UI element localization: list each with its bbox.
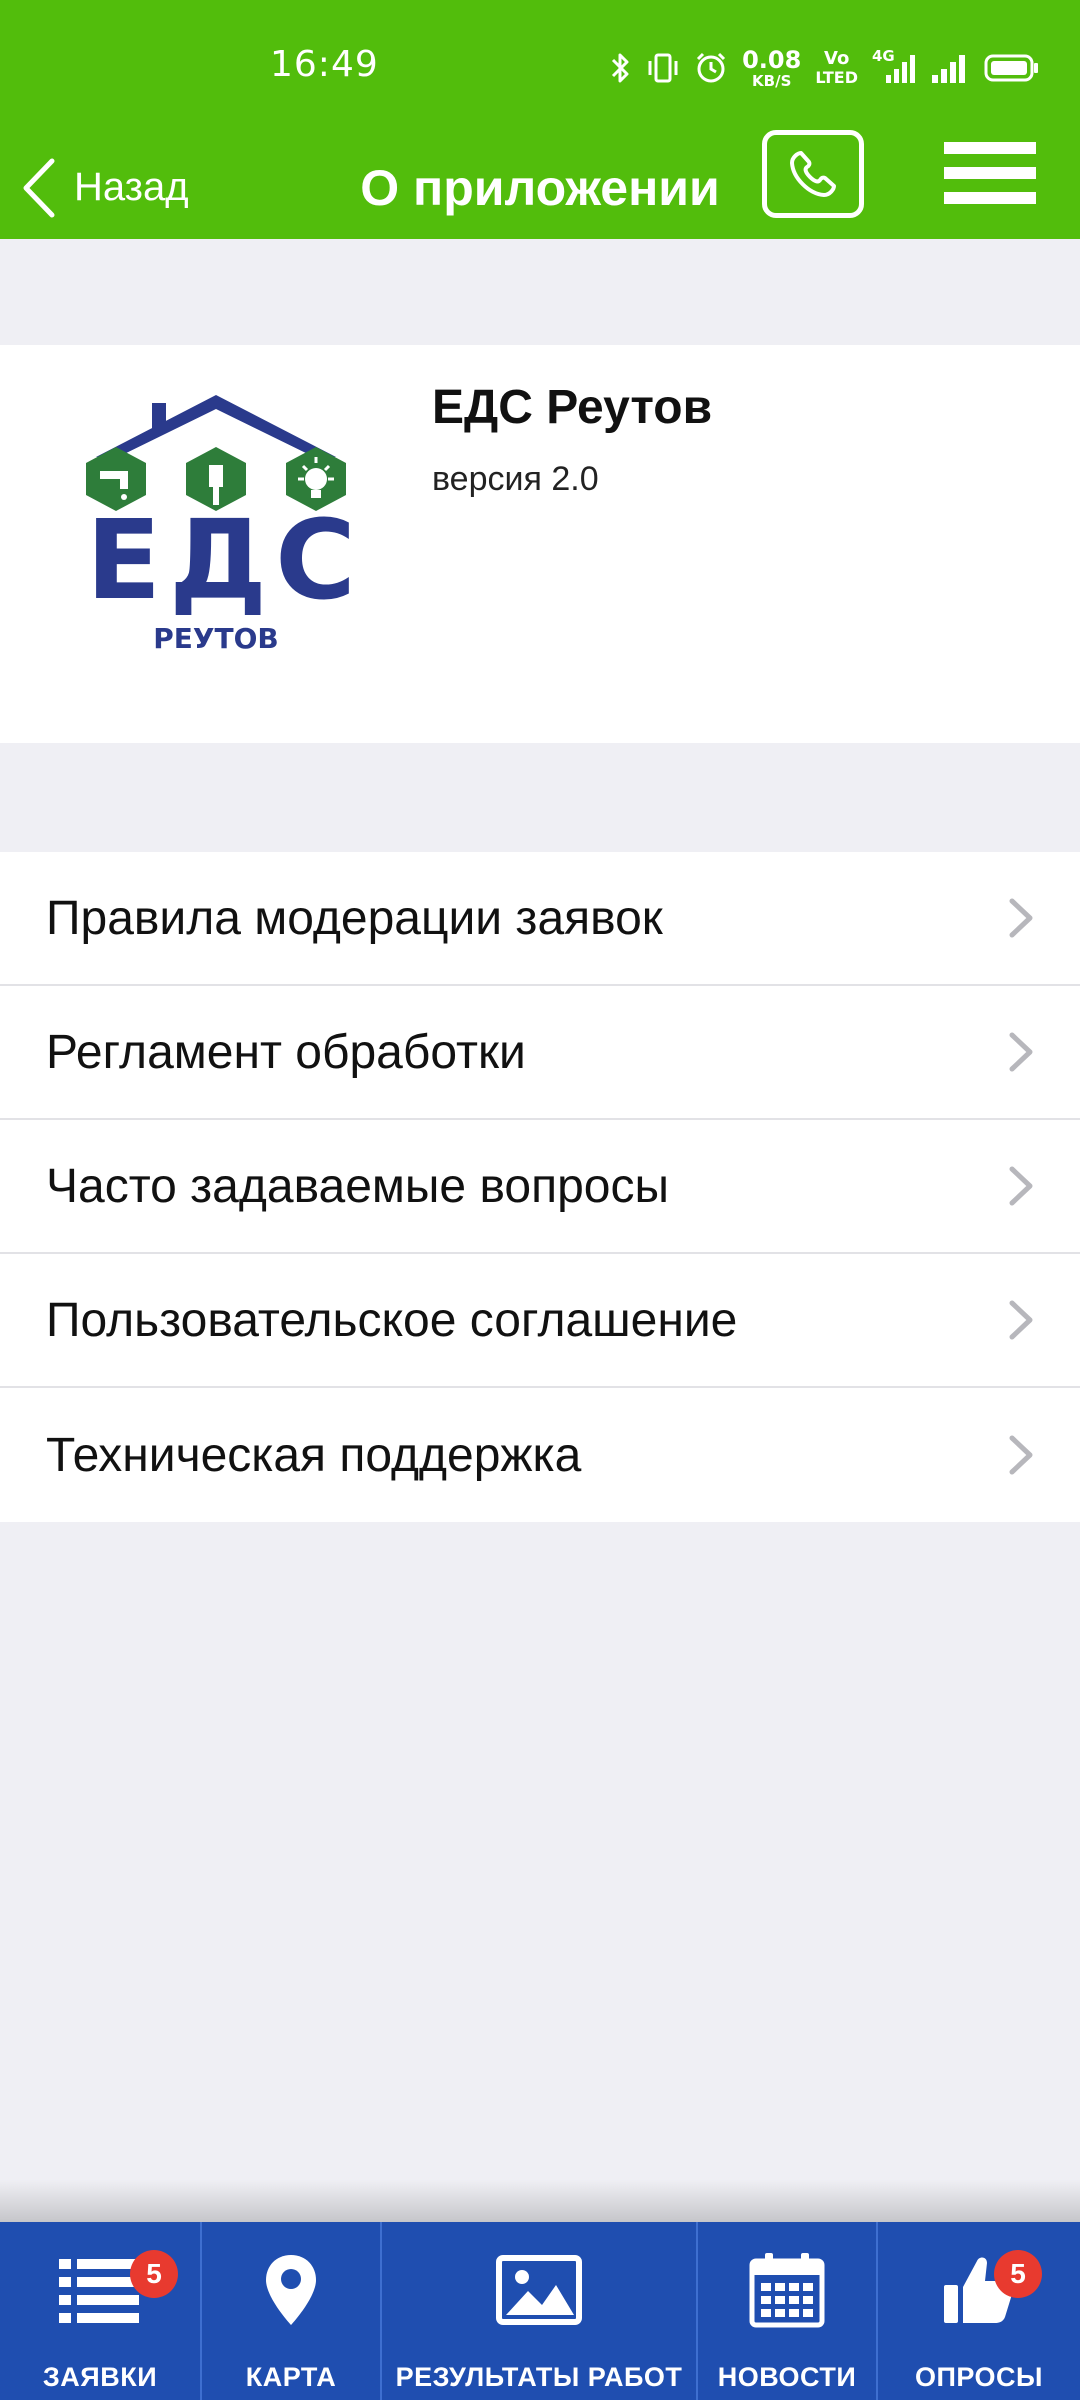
- tab-label: ЗАЯВКИ: [42, 2362, 158, 2392]
- back-label: Назад: [74, 165, 189, 209]
- status-icons: 0.08 KB/S Vo LTED 4G: [610, 40, 1040, 96]
- bluetooth-icon: [610, 51, 632, 85]
- tab-label: ОПРОСЫ: [915, 2362, 1043, 2392]
- battery-icon: [984, 53, 1040, 83]
- logo-text: ЕДС: [86, 496, 364, 624]
- tab-label: НОВОСТИ: [717, 2362, 857, 2392]
- about-menu-list: Правила модерации заявок Регламент обраб…: [0, 852, 1080, 1522]
- chevron-right-icon: [1009, 1435, 1033, 1475]
- bottom-tab-bar: 5 ЗАЯВКИ КАРТА РЕЗУЛЬТАТЫ РАБОТ НОВОСТИ …: [0, 2222, 1080, 2400]
- map-pin-icon: [243, 2250, 339, 2330]
- app-name: ЕДС Реутов: [432, 381, 713, 434]
- network-type: 4G: [872, 47, 895, 65]
- signal-icon: [930, 51, 970, 85]
- menu-item-faq[interactable]: Часто задаваемые вопросы: [0, 1120, 1080, 1254]
- menu-icon-bar: [944, 192, 1036, 204]
- menu-item-label: Регламент обработки: [46, 1025, 526, 1079]
- logo-subtext: РЕУТОВ: [153, 622, 279, 655]
- image-icon: [491, 2250, 587, 2330]
- calendar-icon: [739, 2250, 835, 2330]
- tab-requests[interactable]: 5 ЗАЯВКИ: [0, 2222, 202, 2400]
- chevron-right-icon: [1009, 1032, 1033, 1072]
- chevron-right-icon: [1009, 1300, 1033, 1340]
- menu-item-processing-regulations[interactable]: Регламент обработки: [0, 986, 1080, 1120]
- about-screen: 16:49 0.08 KB/S Vo LTED 4G Назад О прило…: [0, 0, 1080, 2400]
- app-version: версия 2.0: [432, 460, 599, 498]
- tab-work-results[interactable]: РЕЗУЛЬТАТЫ РАБОТ: [382, 2222, 698, 2400]
- tab-label: РЕЗУЛЬТАТЫ РАБОТ: [395, 2362, 683, 2392]
- polls-badge: 5: [994, 2250, 1042, 2298]
- menu-item-moderation-rules[interactable]: Правила модерации заявок: [0, 852, 1080, 986]
- app-header: Назад О приложении: [0, 136, 1080, 239]
- menu-item-label: Техническая поддержка: [46, 1428, 582, 1482]
- volte-indicator: Vo LTED: [815, 48, 858, 87]
- alarm-icon: [694, 51, 728, 85]
- chevron-right-icon: [1009, 1166, 1033, 1206]
- tab-polls[interactable]: 5 ОПРОСЫ: [878, 2222, 1080, 2400]
- call-button[interactable]: [762, 130, 864, 218]
- tab-label: КАРТА: [245, 2362, 337, 2392]
- menu-item-label: Правила модерации заявок: [46, 891, 663, 945]
- menu-icon-bar: [944, 167, 1036, 179]
- back-button[interactable]: Назад: [20, 136, 189, 239]
- tab-news[interactable]: НОВОСТИ: [698, 2222, 878, 2400]
- tabbar-shadow: [0, 2180, 1080, 2224]
- page-title: О приложении: [360, 159, 720, 216]
- app-logo: ЕДС РЕУТОВ: [66, 395, 366, 655]
- status-time: 16:49: [270, 44, 379, 85]
- phone-icon: [787, 148, 839, 200]
- chevron-left-icon: [20, 157, 56, 219]
- tab-map[interactable]: КАРТА: [202, 2222, 382, 2400]
- menu-item-user-agreement[interactable]: Пользовательское соглашение: [0, 1254, 1080, 1388]
- hamburger-menu-button[interactable]: [944, 142, 1036, 204]
- signal-icon: 4G: [872, 47, 916, 85]
- vibrate-icon: [646, 51, 680, 85]
- menu-item-label: Часто задаваемые вопросы: [46, 1159, 669, 1213]
- top-bar: 16:49 0.08 KB/S Vo LTED 4G Назад О прило…: [0, 0, 1080, 239]
- status-bar: 16:49 0.08 KB/S Vo LTED 4G: [0, 0, 1080, 136]
- requests-badge: 5: [130, 2250, 178, 2298]
- menu-icon-bar: [944, 142, 1036, 154]
- network-speed: 0.08 KB/S: [742, 45, 802, 90]
- menu-item-label: Пользовательское соглашение: [46, 1293, 738, 1347]
- menu-item-tech-support[interactable]: Техническая поддержка: [0, 1388, 1080, 1522]
- chevron-right-icon: [1009, 898, 1033, 938]
